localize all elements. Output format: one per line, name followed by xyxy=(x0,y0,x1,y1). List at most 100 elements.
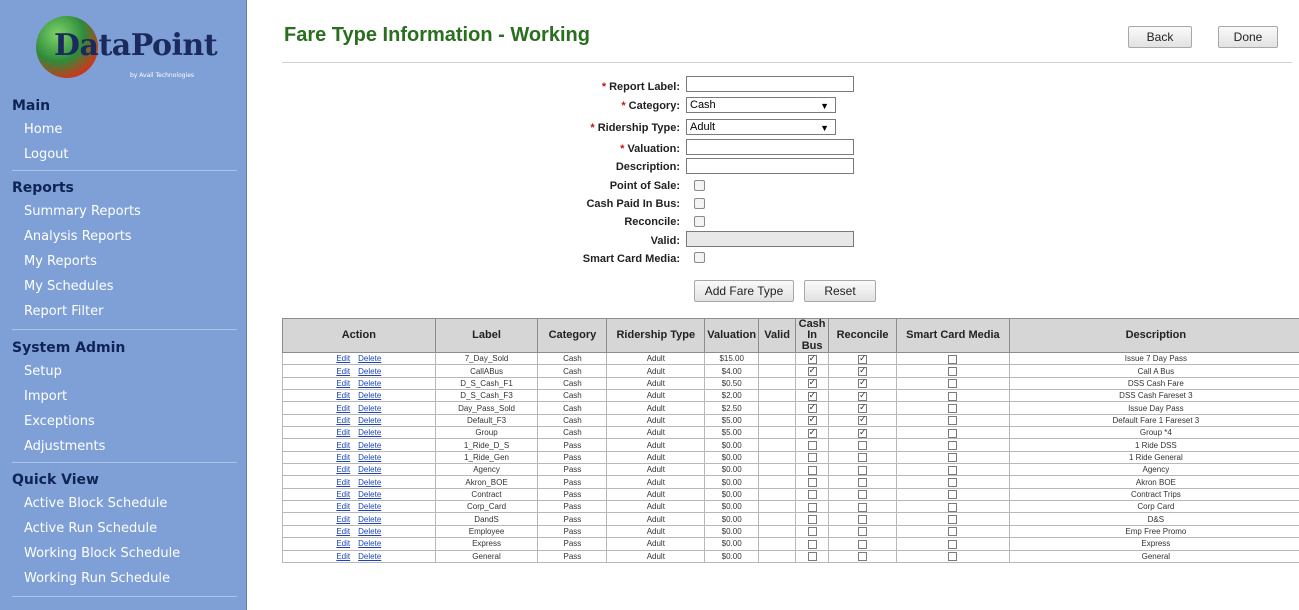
nav-item-setup[interactable]: Setup xyxy=(0,359,247,384)
header-label[interactable]: Label xyxy=(434,318,539,353)
edit-link[interactable]: Edit xyxy=(336,428,350,437)
header-valuation[interactable]: Valuation xyxy=(704,318,760,353)
cash-in-bus-checkbox[interactable] xyxy=(807,366,817,376)
smart-card-checkbox[interactable] xyxy=(948,465,958,475)
cash-paid-in-bus-checkbox[interactable] xyxy=(694,198,705,209)
reconcile-checkbox[interactable] xyxy=(858,366,868,376)
reconcile-checkbox[interactable] xyxy=(858,465,868,475)
cash-in-bus-checkbox[interactable] xyxy=(807,539,817,549)
cash-in-bus-checkbox[interactable] xyxy=(807,515,817,525)
smart-card-checkbox[interactable] xyxy=(948,478,958,487)
reset-button[interactable]: Reset xyxy=(804,280,876,302)
smart-card-checkbox[interactable] xyxy=(948,366,958,376)
delete-link[interactable]: Delete xyxy=(358,453,381,462)
reconcile-checkbox[interactable] xyxy=(858,478,868,487)
reconcile-checkbox[interactable] xyxy=(858,490,868,500)
cash-in-bus-checkbox[interactable] xyxy=(807,552,817,562)
edit-link[interactable]: Edit xyxy=(336,453,350,462)
reconcile-checkbox[interactable] xyxy=(858,527,868,537)
smart-card-checkbox[interactable] xyxy=(948,379,958,389)
smart-card-checkbox[interactable] xyxy=(948,552,958,562)
header-ridership-type[interactable]: Ridership Type xyxy=(606,318,706,353)
nav-item-my-schedules[interactable]: My Schedules xyxy=(0,274,247,299)
header-reconcile[interactable]: Reconcile xyxy=(828,318,898,353)
nav-item-exceptions[interactable]: Exceptions xyxy=(0,409,247,434)
nav-item-logout[interactable]: Logout xyxy=(0,142,247,167)
nav-item-home[interactable]: Home xyxy=(0,117,247,142)
cash-in-bus-checkbox[interactable] xyxy=(807,378,817,389)
smart-card-checkbox[interactable] xyxy=(948,502,958,512)
cash-in-bus-checkbox[interactable] xyxy=(807,478,817,487)
datapoint-logo[interactable]: DataPoint by Avail Technologies xyxy=(20,12,225,87)
edit-link[interactable]: Edit xyxy=(336,539,350,548)
reconcile-checkbox[interactable] xyxy=(858,428,868,438)
header-smart-card-media[interactable]: Smart Card Media xyxy=(896,318,1010,353)
back-button[interactable]: Back xyxy=(1128,26,1192,48)
edit-link[interactable]: Edit xyxy=(336,552,350,561)
smart-card-checkbox[interactable] xyxy=(948,440,958,450)
edit-link[interactable]: Edit xyxy=(336,441,350,450)
nav-item-working-block-schedule[interactable]: Working Block Schedule xyxy=(0,541,247,566)
reconcile-checkbox[interactable] xyxy=(858,539,868,549)
reconcile-checkbox[interactable] xyxy=(694,216,705,227)
cash-in-bus-checkbox[interactable] xyxy=(807,428,817,438)
delete-link[interactable]: Delete xyxy=(358,465,381,474)
cash-in-bus-checkbox[interactable] xyxy=(807,440,817,450)
edit-link[interactable]: Edit xyxy=(336,354,350,363)
delete-link[interactable]: Delete xyxy=(358,527,381,536)
nav-item-active-run-schedule[interactable]: Active Run Schedule xyxy=(0,516,247,541)
reconcile-checkbox[interactable] xyxy=(858,415,868,426)
point-of-sale-checkbox[interactable] xyxy=(694,180,705,191)
smart-card-checkbox[interactable] xyxy=(948,416,958,426)
cash-in-bus-checkbox[interactable] xyxy=(807,453,817,463)
header-valid[interactable]: Valid xyxy=(758,318,797,353)
nav-item-working-run-schedule[interactable]: Working Run Schedule xyxy=(0,566,247,591)
smart-card-checkbox[interactable] xyxy=(948,403,958,413)
nav-item-import[interactable]: Import xyxy=(0,384,247,409)
ridership-type-select[interactable]: Adult ▼ xyxy=(686,119,836,135)
smart-card-checkbox[interactable] xyxy=(948,391,958,401)
description-input[interactable] xyxy=(686,158,854,174)
reconcile-checkbox[interactable] xyxy=(858,552,868,562)
delete-link[interactable]: Delete xyxy=(358,539,381,548)
header-cash-in-bus[interactable]: Cash In Bus xyxy=(795,318,830,353)
smart-card-checkbox[interactable] xyxy=(948,453,958,463)
nav-item-summary-reports[interactable]: Summary Reports xyxy=(0,199,247,224)
cash-in-bus-checkbox[interactable] xyxy=(807,502,817,512)
edit-link[interactable]: Edit xyxy=(336,416,350,425)
cash-in-bus-checkbox[interactable] xyxy=(807,415,817,426)
reconcile-checkbox[interactable] xyxy=(858,403,868,413)
delete-link[interactable]: Delete xyxy=(358,552,381,561)
smart-card-checkbox[interactable] xyxy=(948,539,958,549)
delete-link[interactable]: Delete xyxy=(358,379,381,388)
edit-link[interactable]: Edit xyxy=(336,367,350,376)
cash-in-bus-checkbox[interactable] xyxy=(807,465,817,475)
smart-card-checkbox[interactable] xyxy=(948,354,958,364)
add-fare-type-button[interactable]: Add Fare Type xyxy=(694,280,794,302)
delete-link[interactable]: Delete xyxy=(358,354,381,363)
delete-link[interactable]: Delete xyxy=(358,404,381,413)
nav-item-adjustments[interactable]: Adjustments xyxy=(0,434,247,459)
cash-in-bus-checkbox[interactable] xyxy=(807,391,817,401)
edit-link[interactable]: Edit xyxy=(336,391,350,400)
valuation-input[interactable] xyxy=(686,139,854,155)
done-button[interactable]: Done xyxy=(1218,26,1278,48)
delete-link[interactable]: Delete xyxy=(358,428,381,437)
smart-card-checkbox[interactable] xyxy=(948,428,958,438)
delete-link[interactable]: Delete xyxy=(358,391,381,400)
smart-card-checkbox[interactable] xyxy=(948,490,958,500)
smart-card-checkbox[interactable] xyxy=(948,527,958,537)
reconcile-checkbox[interactable] xyxy=(858,391,868,401)
cash-in-bus-checkbox[interactable] xyxy=(807,403,817,413)
smart-card-media-checkbox[interactable] xyxy=(694,252,705,263)
reconcile-checkbox[interactable] xyxy=(858,453,868,463)
edit-link[interactable]: Edit xyxy=(336,478,350,487)
delete-link[interactable]: Delete xyxy=(358,367,381,376)
delete-link[interactable]: Delete xyxy=(358,515,381,524)
nav-item-my-reports[interactable]: My Reports xyxy=(0,249,247,274)
category-select[interactable]: Cash ▼ xyxy=(686,97,836,113)
cash-in-bus-checkbox[interactable] xyxy=(807,527,817,537)
header-category[interactable]: Category xyxy=(537,318,608,353)
reconcile-checkbox[interactable] xyxy=(858,354,868,364)
edit-link[interactable]: Edit xyxy=(336,490,350,499)
